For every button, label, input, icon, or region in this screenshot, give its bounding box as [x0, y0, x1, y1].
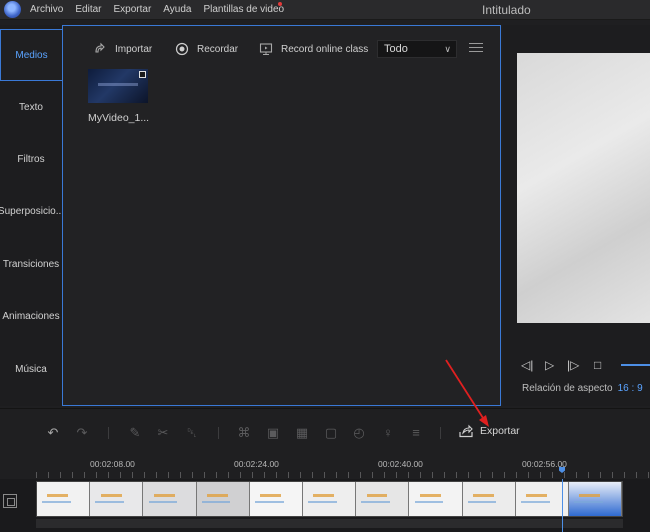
menu-ayuda[interactable]: Ayuda — [163, 4, 191, 15]
clip-frame — [515, 482, 569, 516]
delete-icon[interactable]: ␡ — [184, 426, 200, 440]
sidebar-item-musica[interactable]: Música — [0, 343, 62, 395]
adjust-icon[interactable]: ≡ — [408, 426, 424, 440]
edit-toolbar: ↶ ↷ ✎ ✂ ␡ ⌘ ▣ ▦ ▢ ◴ ♀ ≡ Exportar — [0, 408, 650, 454]
media-panel: Importar Recordar Record online class To… — [62, 25, 501, 406]
menu-plantillas[interactable]: Plantillas de video — [203, 4, 284, 15]
sidebar-item-animaciones[interactable]: Animaciones — [0, 290, 62, 342]
list-view-icon[interactable] — [469, 43, 483, 55]
media-thumbnail[interactable] — [88, 69, 148, 103]
export-icon — [459, 424, 473, 438]
clip-frame — [568, 482, 623, 516]
sidebar-item-texto[interactable]: Texto — [0, 81, 62, 133]
playhead-line — [562, 479, 563, 532]
window-title: Intitulado — [482, 3, 531, 17]
record-online-class-button[interactable]: Record online class — [259, 42, 368, 56]
clip-frame — [37, 482, 91, 516]
menu-archivo[interactable]: Archivo — [30, 4, 63, 15]
import-icon — [95, 42, 105, 53]
sidebar-item-superposiciones[interactable]: Superposicio... — [0, 185, 62, 237]
stop-icon[interactable]: □ — [594, 358, 601, 372]
ruler-time-label: 00:02:24.00 — [234, 459, 279, 469]
duration-icon[interactable]: ◴ — [351, 426, 367, 440]
aspect-ratio-label: Relación de aspecto — [522, 383, 613, 394]
preview-video — [517, 53, 650, 323]
voiceover-icon[interactable]: ♀ — [380, 426, 396, 440]
timeline-ruler[interactable]: 00:02:08.00 00:02:24.00 00:02:40.00 00:0… — [0, 455, 650, 479]
import-label: Importar — [115, 43, 153, 55]
undo-icon[interactable]: ↶ — [45, 426, 61, 440]
record-icon — [175, 42, 189, 56]
sidebar-item-medios[interactable]: Medios — [0, 29, 62, 81]
clip-frame — [90, 482, 144, 516]
mosaic-icon[interactable]: ▦ — [294, 426, 310, 440]
clip-frame — [356, 482, 410, 516]
record-button[interactable]: Recordar — [175, 42, 238, 56]
preview-panel: ◁| ▷ |▷ □ Relación de aspecto 16 : 9 — [503, 25, 650, 406]
preview-seek-bar[interactable] — [621, 364, 650, 366]
ruler-time-label: 00:02:08.00 — [90, 459, 135, 469]
clip-frame — [409, 482, 463, 516]
scissors-icon[interactable]: ✂ — [155, 426, 171, 440]
video-clip[interactable] — [36, 481, 623, 517]
chevron-down-icon: ∨ — [444, 44, 451, 54]
app-logo-icon — [4, 1, 21, 18]
export-label: Exportar — [480, 425, 520, 437]
clip-frame — [462, 482, 516, 516]
thumbnail-title-mark — [98, 83, 138, 86]
record-label: Recordar — [197, 43, 239, 55]
aspect-ratio: Relación de aspecto 16 : 9 — [522, 383, 643, 394]
ruler-ticks — [36, 472, 650, 478]
category-sidebar: Medios Texto Filtros Superposicio... Tra… — [0, 25, 62, 406]
record-online-label: Record online class — [281, 43, 369, 55]
menu-bar: Archivo Editar Exportar Ayuda Plantillas… — [30, 4, 284, 15]
sidebar-item-filtros[interactable]: Filtros — [0, 133, 62, 185]
edit-pencil-icon[interactable]: ✎ — [127, 426, 143, 440]
media-filter-select[interactable]: Todo ∨ — [377, 40, 457, 58]
crop-icon[interactable]: ⌘ — [236, 426, 252, 440]
title-bar: Archivo Editar Exportar Ayuda Plantillas… — [0, 0, 650, 20]
freeze-frame-icon[interactable]: ▢ — [323, 426, 339, 440]
divider — [218, 427, 219, 439]
media-toolbar: Importar Recordar Record online class To… — [63, 40, 500, 60]
zoom-icon[interactable]: ▣ — [265, 426, 281, 440]
clip-frame — [302, 482, 357, 516]
menu-editar[interactable]: Editar — [75, 4, 101, 15]
clip-frame — [143, 482, 197, 516]
import-button[interactable]: Importar — [93, 42, 152, 56]
clip-frame — [249, 482, 303, 516]
aspect-ratio-value[interactable]: 16 : 9 — [618, 383, 643, 394]
divider — [440, 427, 441, 439]
screen-record-icon — [259, 43, 273, 55]
next-frame-icon[interactable]: |▷ — [567, 358, 579, 372]
sidebar-item-transiciones[interactable]: Transiciones — [0, 238, 62, 290]
ruler-time-label: 00:02:40.00 — [378, 459, 423, 469]
filter-value: Todo — [384, 43, 408, 55]
new-badge-dot — [278, 2, 282, 6]
media-item-name: MyVideo_1... — [88, 112, 150, 124]
checkbox-icon[interactable] — [139, 71, 146, 78]
play-icon[interactable]: ▷ — [545, 358, 554, 372]
video-track — [0, 479, 650, 532]
divider — [108, 427, 109, 439]
clip-frame — [196, 482, 250, 516]
menu-exportar[interactable]: Exportar — [113, 4, 151, 15]
export-button[interactable]: Exportar — [458, 424, 520, 438]
audio-lane — [36, 519, 623, 528]
previous-frame-icon[interactable]: ◁| — [521, 358, 533, 372]
redo-icon[interactable]: ↷ — [74, 426, 90, 440]
video-track-icon — [3, 494, 17, 508]
